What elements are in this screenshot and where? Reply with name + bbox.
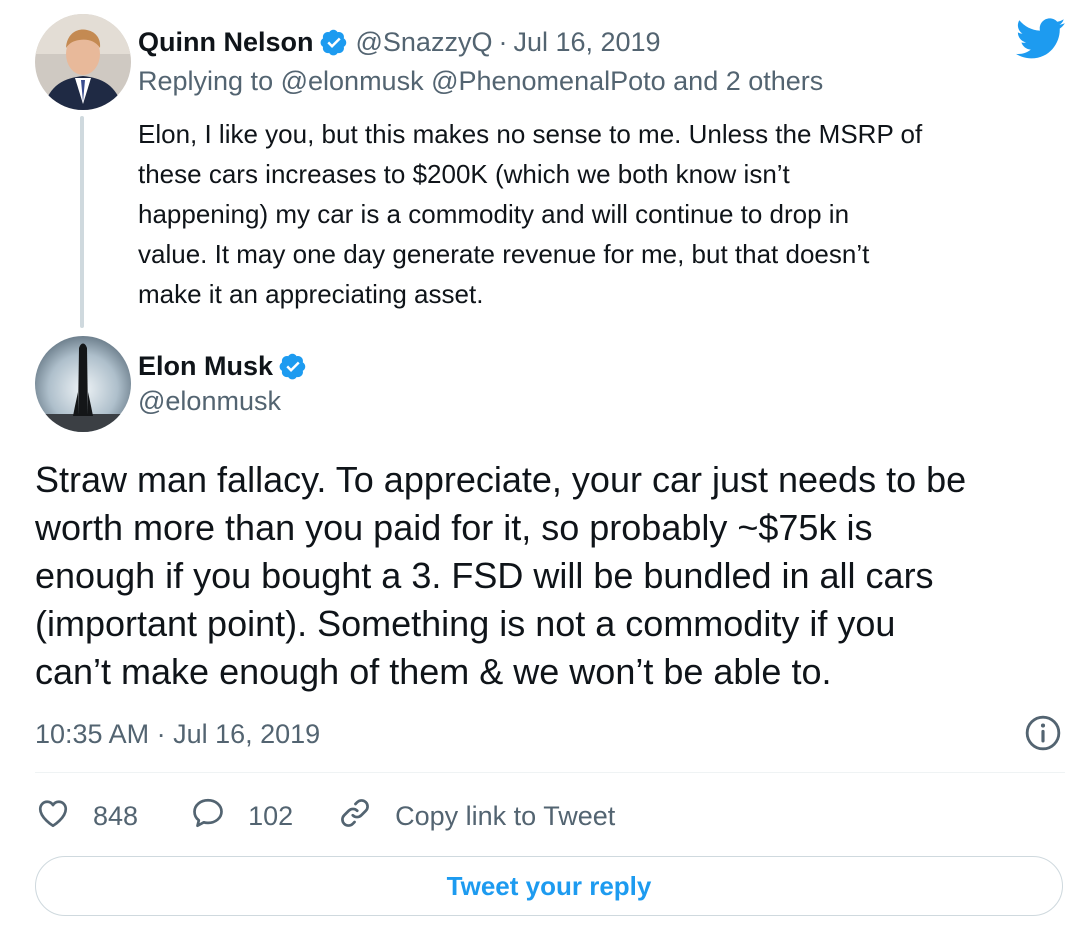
heart-icon	[35, 795, 71, 838]
main-avatar-image	[35, 336, 131, 432]
tweet-your-reply-button[interactable]: Tweet your reply	[35, 856, 1063, 916]
info-icon[interactable]	[1024, 714, 1062, 752]
parent-author-avatar[interactable]	[35, 14, 131, 110]
main-author-row: Elon Musk	[138, 346, 307, 386]
main-author-avatar[interactable]	[35, 336, 131, 432]
parent-tweet-date[interactable]: Jul 16, 2019	[513, 27, 660, 58]
speech-bubble-icon	[190, 795, 226, 838]
reply-button[interactable]: 102	[190, 795, 293, 838]
meta-separator: ·	[498, 26, 508, 57]
parent-author-name[interactable]: Quinn Nelson	[138, 27, 314, 58]
parent-author-row: Quinn Nelson @SnazzyQ · Jul 16, 2019	[138, 22, 661, 62]
verified-badge-icon	[320, 28, 348, 56]
divider	[35, 772, 1065, 773]
tweet-actions: 848 102 Copy link to Tweet	[35, 792, 615, 840]
like-count: 848	[93, 800, 139, 831]
link-icon	[337, 795, 373, 838]
twitter-bird-icon[interactable]	[1015, 18, 1066, 60]
copy-link-button[interactable]: Copy link to Tweet	[337, 795, 615, 838]
replying-to-handles[interactable]: @elonmusk @PhenomenalPoto	[281, 66, 666, 96]
verified-badge-icon	[279, 352, 307, 380]
parent-author-handle[interactable]: @SnazzyQ	[356, 27, 493, 58]
copy-link-label: Copy link to Tweet	[395, 800, 616, 831]
like-button[interactable]: 848	[35, 795, 138, 838]
main-tweet-text: Straw man fallacy. To appreciate, your c…	[35, 459, 967, 692]
tweet-timestamp[interactable]: 10:35 AM · Jul 16, 2019	[35, 712, 320, 756]
main-author-name[interactable]: Elon Musk	[138, 351, 273, 382]
parent-avatar-image	[35, 14, 131, 110]
main-author-handle[interactable]: @elonmusk	[138, 386, 281, 417]
thread-connector-line	[80, 116, 84, 328]
replying-to-others[interactable]: and 2 others	[673, 66, 823, 96]
replying-to-line: Replying to @elonmusk @PhenomenalPoto an…	[138, 66, 823, 97]
parent-tweet-text: Elon, I like you, but this makes no sens…	[138, 119, 923, 309]
reply-count: 102	[248, 800, 294, 831]
replying-to-label: Replying to	[138, 66, 274, 96]
